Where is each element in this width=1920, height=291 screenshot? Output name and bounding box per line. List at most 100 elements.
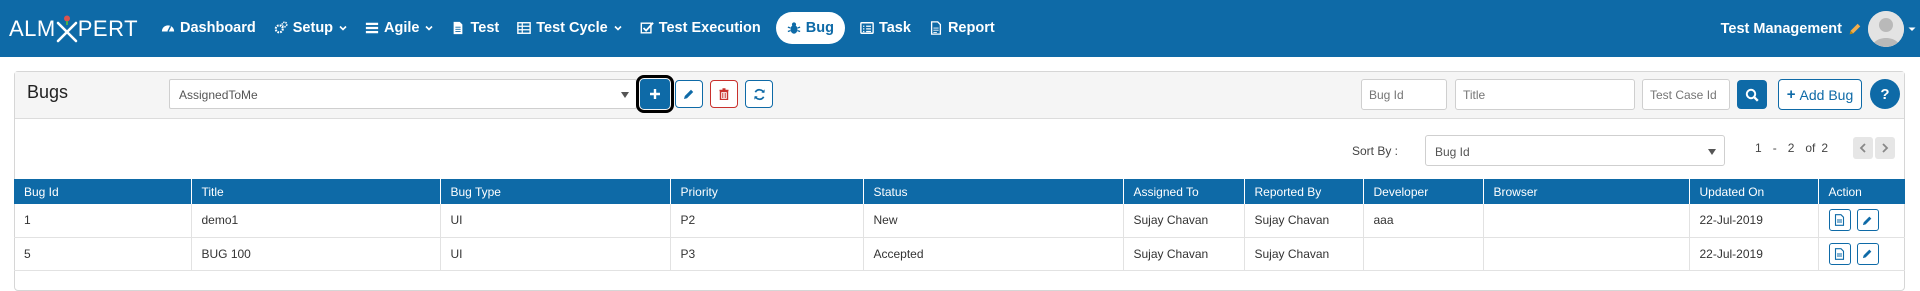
chevron-down-icon	[614, 25, 622, 31]
search-icon	[1745, 88, 1759, 102]
test-case-id-search-input[interactable]	[1642, 79, 1730, 110]
delete-filter-button[interactable]	[710, 80, 738, 108]
pencil-icon[interactable]	[1848, 22, 1862, 36]
column-header[interactable]: Priority	[670, 179, 864, 204]
document-icon	[1834, 247, 1845, 260]
sort-by-label: Sort By :	[1352, 144, 1399, 158]
cell-title: BUG 100	[191, 237, 441, 271]
refresh-icon	[753, 88, 765, 100]
bug-filter-select[interactable]: AssignedToMe	[169, 79, 637, 109]
dropdown-arrow-icon	[1708, 149, 1716, 155]
plus-icon: +	[1786, 86, 1796, 103]
bug-id-search-input[interactable]	[1361, 79, 1447, 110]
column-header[interactable]: Updated On	[1689, 179, 1819, 204]
cell-priority: P2	[670, 204, 864, 238]
cell-developer	[1363, 237, 1484, 271]
nav-report-label: Report	[947, 20, 995, 36]
column-header[interactable]: Developer	[1363, 179, 1484, 204]
table-row[interactable]: 5 BUG 100 UI P3 Accepted Sujay Chavan Su…	[14, 237, 1905, 271]
avatar[interactable]	[1868, 10, 1904, 47]
nav-test-execution[interactable]: Test Execution	[631, 12, 770, 44]
list-icon	[365, 22, 379, 34]
almxpert-logo[interactable]: ALM PERT	[9, 15, 138, 43]
table-header-row: Bug Id Title Bug Type Priority Status As…	[14, 179, 1905, 204]
cell-reported-by: Sujay Chavan	[1244, 237, 1364, 271]
add-bug-label: Add Bug	[1799, 86, 1854, 103]
search-button[interactable]	[1737, 80, 1767, 109]
sort-by-select[interactable]: Bug Id	[1425, 135, 1725, 166]
pencil-icon	[684, 89, 694, 99]
chevron-right-icon	[1882, 143, 1889, 153]
column-header[interactable]: Browser	[1483, 179, 1690, 204]
title-search-input[interactable]	[1455, 79, 1635, 110]
sort-by-value: Bug Id	[1435, 145, 1470, 159]
chevron-down-icon	[339, 25, 347, 31]
trash-icon	[719, 88, 729, 100]
view-bug-button[interactable]	[1828, 242, 1851, 265]
column-header[interactable]: Reported By	[1244, 179, 1364, 204]
nav-dashboard[interactable]: Dashboard	[152, 12, 265, 44]
pencil-icon	[1862, 216, 1872, 225]
cell-browser	[1483, 204, 1690, 238]
report-icon	[930, 21, 941, 35]
logo-x-mark	[56, 15, 78, 43]
pagination-info: 1 - 2 of 2	[1755, 141, 1839, 155]
nav-agile[interactable]: Agile	[356, 12, 442, 44]
column-header[interactable]: Status	[863, 179, 1124, 204]
page-to: 2	[1787, 141, 1795, 155]
nav-bug[interactable]: Bug	[775, 12, 845, 44]
cell-bug-id: 1	[14, 204, 192, 238]
cell-browser	[1483, 237, 1690, 271]
column-header[interactable]: Title	[191, 179, 441, 204]
previous-page-button[interactable]	[1853, 137, 1873, 159]
add-filter-button[interactable]	[636, 75, 674, 113]
nav-test-cycle[interactable]: Test Cycle	[508, 12, 630, 44]
view-bug-button[interactable]	[1828, 209, 1851, 232]
cell-status: New	[863, 204, 1124, 238]
nav-test-execution-label: Test Execution	[658, 20, 761, 36]
help-icon: ?	[1880, 85, 1890, 103]
logo-text-right: PERT	[77, 16, 139, 41]
cell-assigned-to: Sujay Chavan	[1123, 237, 1245, 271]
edit-bug-button[interactable]	[1856, 242, 1879, 265]
bugs-table: Bug Id Title Bug Type Priority Status As…	[14, 179, 1905, 271]
edit-filter-button[interactable]	[675, 80, 703, 108]
document-icon	[454, 21, 463, 35]
chevron-left-icon	[1859, 143, 1866, 153]
cell-bug-type: UI	[440, 237, 671, 271]
nav-report[interactable]: Report	[920, 12, 1004, 44]
document-icon	[1834, 214, 1845, 227]
cell-updated-on: 22-Jul-2019	[1689, 237, 1819, 271]
dashboard-icon	[161, 25, 175, 32]
table-icon	[517, 22, 532, 34]
cell-action	[1818, 237, 1905, 271]
nav-test[interactable]: Test	[442, 12, 508, 44]
bug-icon	[787, 22, 801, 34]
nav-setup[interactable]: Setup	[265, 12, 356, 44]
edit-bug-button[interactable]	[1856, 209, 1879, 232]
top-navbar: ALM PERT Dashboard Setup Agile Test Test…	[0, 0, 1920, 57]
bug-filter-value: AssignedToMe	[179, 88, 258, 102]
column-header[interactable]: Bug Id	[14, 179, 192, 204]
add-bug-button[interactable]: + Add Bug	[1778, 79, 1862, 110]
column-header[interactable]: Assigned To	[1123, 179, 1245, 204]
table-row[interactable]: 1 demo1 UI P2 New Sujay Chavan Sujay Cha…	[14, 204, 1905, 238]
nav-task-label: Task	[878, 20, 911, 36]
column-header[interactable]: Bug Type	[440, 179, 671, 204]
user-menu[interactable]: Test Management	[1721, 0, 1920, 57]
dropdown-arrow-icon	[621, 92, 629, 98]
cell-title: demo1	[191, 204, 441, 238]
tasks-icon	[860, 22, 874, 34]
chevron-down-icon	[425, 25, 434, 31]
cell-priority: P3	[670, 237, 864, 271]
nav-test-label: Test	[470, 20, 500, 36]
nav-bug-label: Bug	[805, 20, 834, 36]
refresh-button[interactable]	[745, 80, 773, 108]
help-button[interactable]: ?	[1870, 79, 1900, 109]
page-total: 2	[1821, 141, 1829, 155]
chevron-down-icon[interactable]	[1908, 25, 1916, 33]
page-of: of	[1805, 141, 1816, 155]
page-title: Bugs	[27, 82, 69, 102]
next-page-button[interactable]	[1875, 137, 1895, 159]
nav-task[interactable]: Task	[851, 12, 920, 44]
